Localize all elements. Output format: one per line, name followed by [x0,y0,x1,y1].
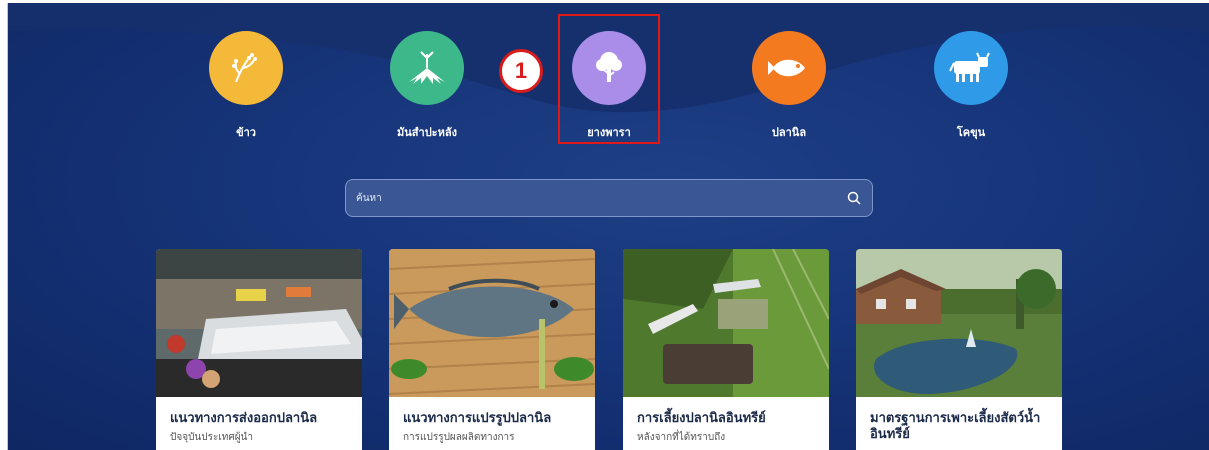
category-tilapia[interactable]: ปลานิล [724,31,854,141]
search-icon[interactable] [836,191,872,205]
cow-icon [934,31,1008,105]
category-cassava[interactable]: มันสำปะหลัง [362,31,492,141]
category-rice[interactable]: ข้าว [181,31,311,141]
category-beef-cattle[interactable]: โคขุน [906,31,1036,141]
rice-icon [209,31,283,105]
category-label-beef-cattle: โคขุน [956,126,986,139]
card-description: หลังจากที่ได้ทราบถึง [637,432,726,443]
card-description: ปัจจุบันประเทศผู้นำ [170,432,254,443]
article-card[interactable]: การเลี้ยงปลานิลอินทรีย์ หลังจากที่ได้ทรา… [623,249,829,450]
card-title: แนวทางการแปรรูปปลานิล [403,411,552,426]
card-image-tilapia [389,249,595,397]
category-label-cassava: มันสำปะหลัง [397,126,457,139]
article-card[interactable]: แนวทางการส่งออกปลานิล ปัจจุบันประเทศผู้น… [156,249,362,450]
card-title: การเลี้ยงปลานิลอินทรีย์ [637,411,766,426]
card-image-organic-aquaculture [856,249,1062,397]
cassava-icon [390,31,464,105]
article-card[interactable]: แนวทางการแปรรูปปลานิล การแปรรูปผลผลิตทาง… [389,249,595,450]
card-title: มาตรฐานการเพาะเลี้ยงสัตว์น้ำอินทรีย์ [870,411,1041,442]
category-label-rice: ข้าว [236,126,256,139]
search-input[interactable] [346,191,836,205]
page-frame: ข้าว มันสำปะหลัง ยางพารา ปลานิล โคขุน 1 … [7,3,1209,450]
article-card[interactable]: มาตรฐานการเพาะเลี้ยงสัตว์น้ำอินทรีย์ [856,249,1062,450]
step-number-badge: 1 [499,49,543,93]
card-description [856,443,1062,447]
fish-icon [752,31,826,105]
search-bar [345,179,873,217]
highlight-box [558,14,660,144]
card-image-organic-farm [623,249,829,397]
card-title: แนวทางการส่งออกปลานิล [170,411,318,426]
category-label-tilapia: ปลานิล [771,126,807,139]
card-description: การแปรรูปผลผลิตทางการ [403,432,515,443]
card-image-fish-market [156,249,362,397]
